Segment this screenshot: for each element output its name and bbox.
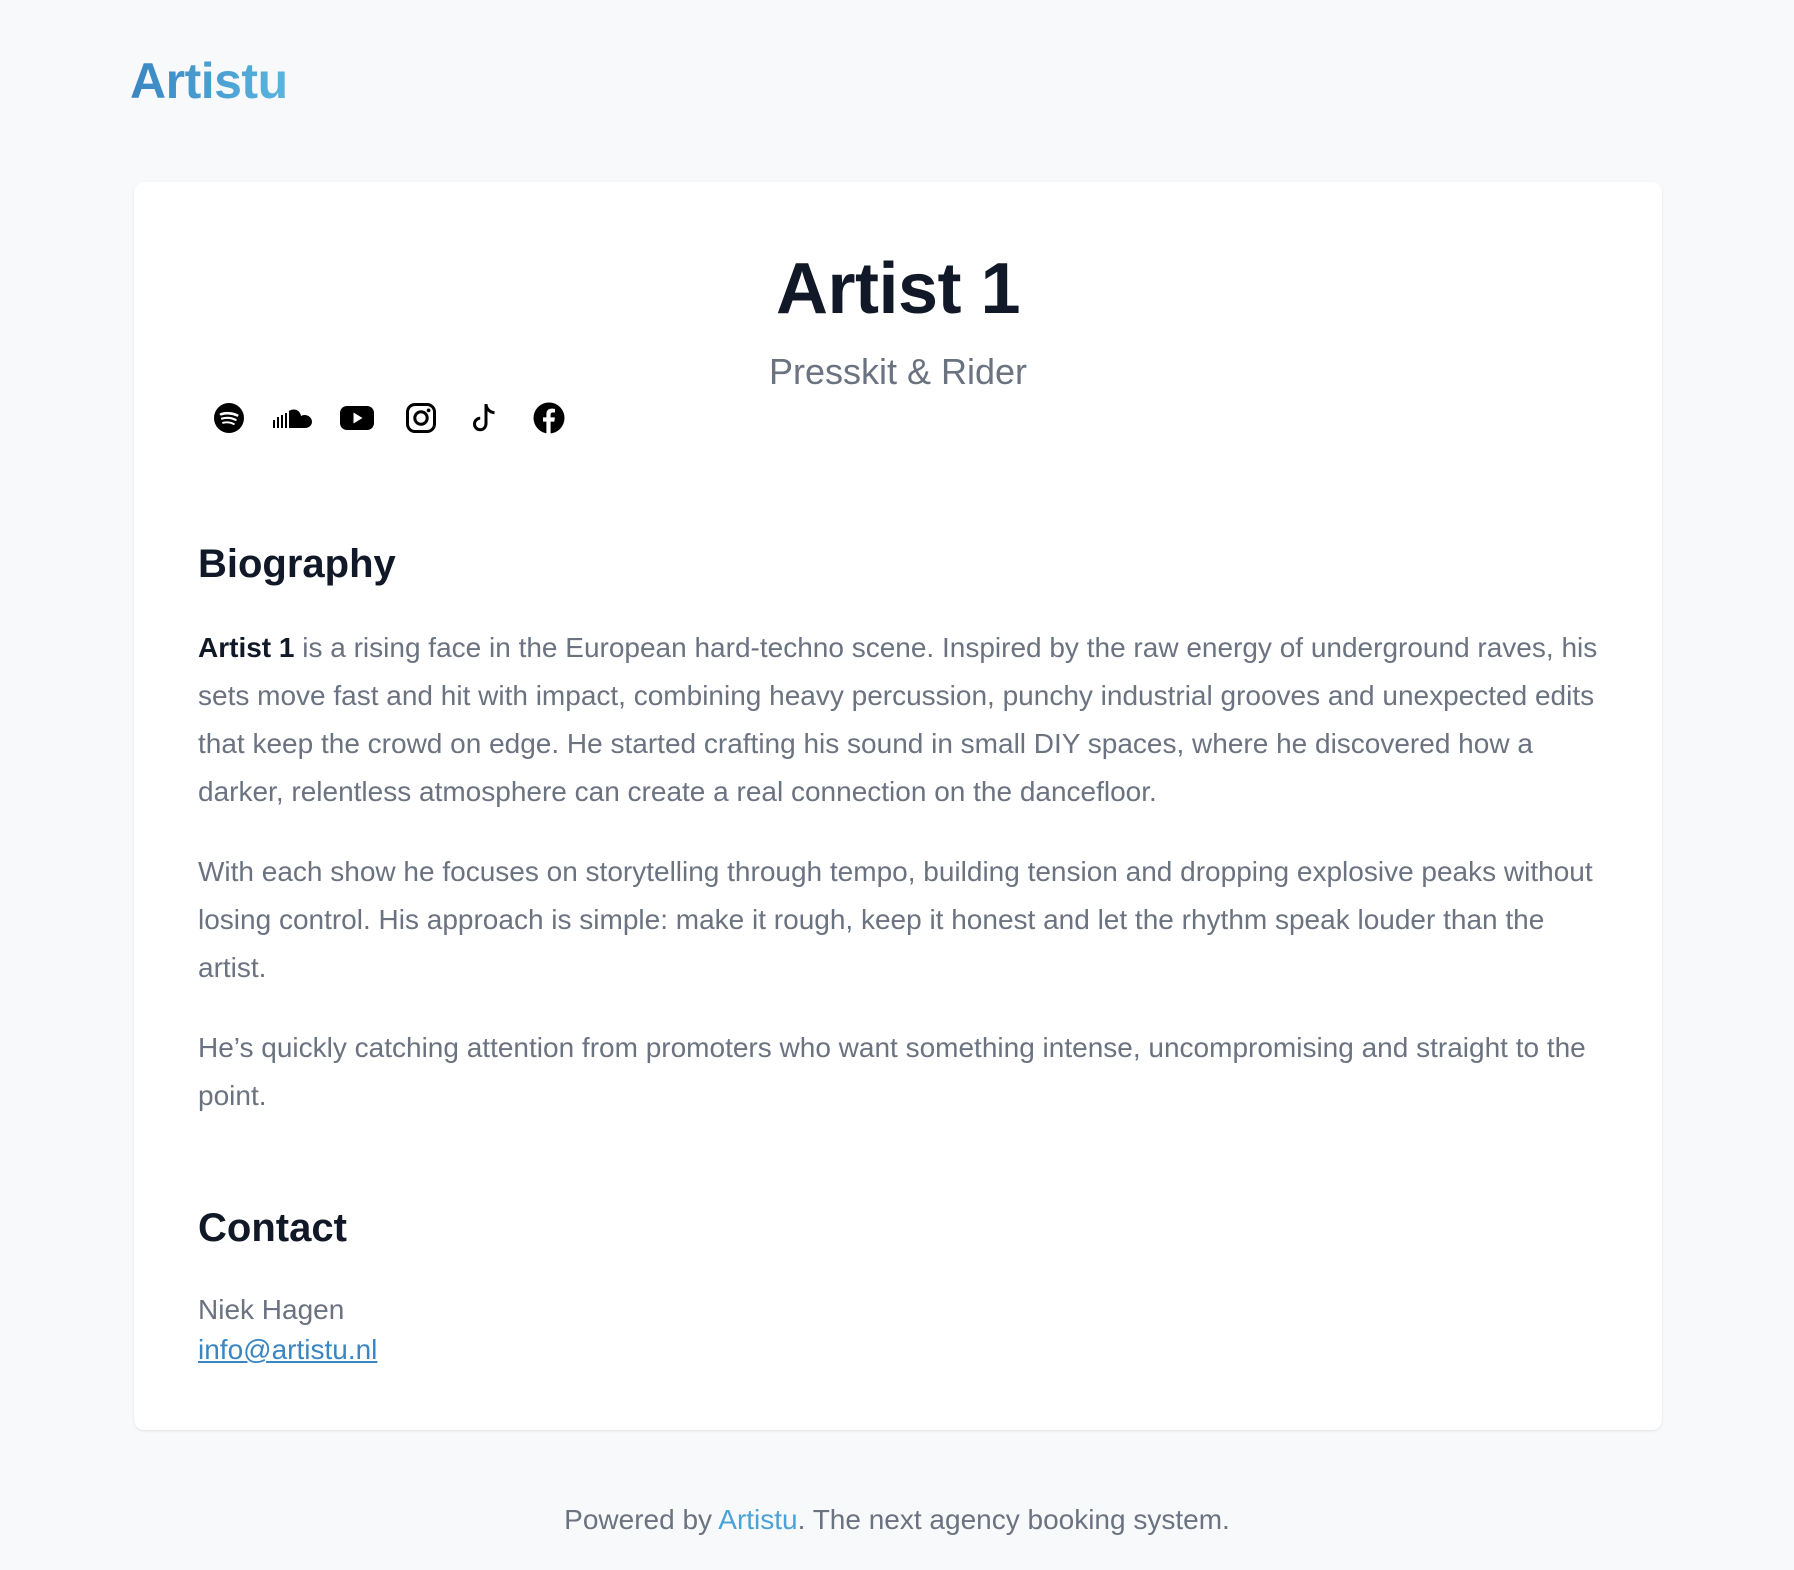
- biography-paragraph-1: Artist 1 is a rising face in the Europea…: [198, 624, 1608, 816]
- facebook-icon[interactable]: [517, 400, 581, 436]
- youtube-icon[interactable]: [325, 400, 389, 436]
- biography-heading: Biography: [198, 542, 396, 586]
- footer-prefix: Powered by: [564, 1504, 719, 1535]
- biography-artist-name: Artist 1: [198, 632, 295, 663]
- artist-subtitle: Presskit & Rider: [768, 351, 1028, 392]
- contact-heading: Contact: [198, 1206, 347, 1250]
- contact-name: Niek Hagen: [198, 1294, 345, 1325]
- biography-text: Artist 1 is a rising face in the Europea…: [198, 624, 1608, 1152]
- footer-suffix: . The next agency booking system.: [797, 1504, 1230, 1535]
- presskit-card: Artist 1 Presskit & Rider Biography Arti…: [134, 182, 1662, 1430]
- soundcloud-icon[interactable]: [261, 400, 325, 436]
- footer-brand-link[interactable]: Artistu: [718, 1504, 797, 1535]
- biography-paragraph-2: With each show he focuses on storytellin…: [198, 856, 1593, 983]
- contact-email-link[interactable]: info@artistu.nl: [198, 1330, 377, 1370]
- spotify-icon[interactable]: [197, 400, 261, 436]
- biography-paragraph-3: He’s quickly catching attention from pro…: [198, 1032, 1586, 1111]
- footer: Powered by Artistu. The next agency book…: [0, 1500, 1794, 1540]
- artist-name: Artist 1: [775, 249, 1021, 329]
- social-links: [197, 400, 581, 436]
- artistu-logo[interactable]: Artistu: [130, 56, 288, 106]
- biography-paragraph-1-text: is a rising face in the European hard-te…: [198, 632, 1598, 807]
- tiktok-icon[interactable]: [453, 400, 517, 436]
- instagram-icon[interactable]: [389, 400, 453, 436]
